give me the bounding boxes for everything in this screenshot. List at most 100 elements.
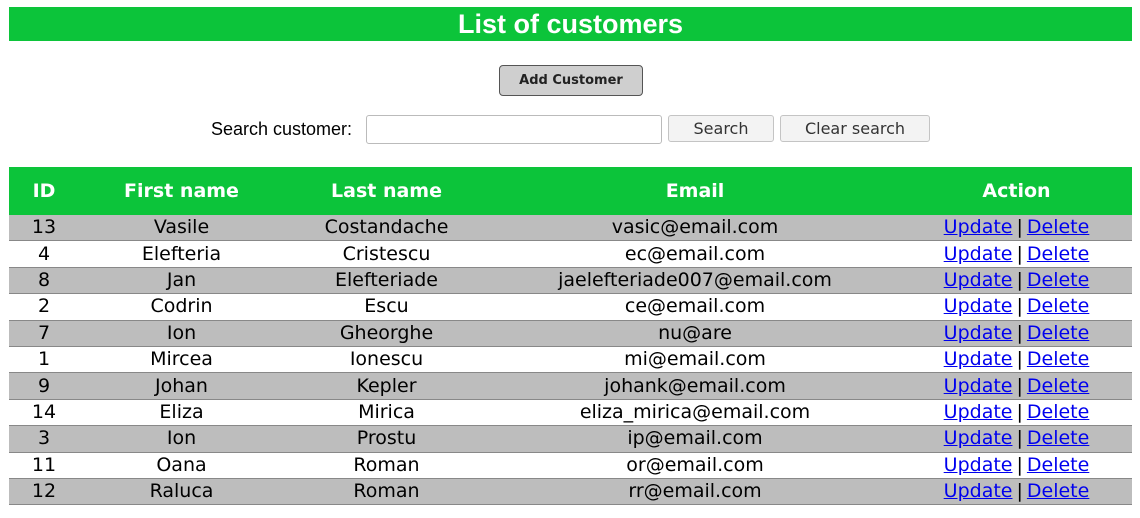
cell-first-name: Vasile bbox=[79, 215, 284, 242]
cell-last-name: Gheorghe bbox=[284, 320, 489, 347]
cell-first-name: Ion bbox=[79, 320, 284, 347]
search-bar: Search customer: Search Clear search bbox=[0, 114, 1140, 144]
cell-first-name: Elefteria bbox=[79, 240, 284, 268]
cell-action: Update | Delete bbox=[901, 293, 1132, 321]
cell-id: 1 bbox=[9, 346, 79, 374]
cell-action: Update | Delete bbox=[901, 425, 1132, 453]
update-link[interactable]: Update bbox=[944, 427, 1013, 449]
cell-action: Update | Delete bbox=[901, 372, 1132, 400]
action-separator: | bbox=[1016, 321, 1023, 344]
table-row: 1 Mircea Ionescu mi@email.com Update | Delete bbox=[9, 346, 1132, 374]
cell-first-name: Eliza bbox=[79, 399, 284, 427]
action-separator: | bbox=[1016, 348, 1023, 371]
table-row: 12 Raluca Roman rr@email.com Update | Delete bbox=[9, 478, 1132, 506]
action-separator: | bbox=[1016, 453, 1023, 476]
delete-link[interactable]: Delete bbox=[1027, 427, 1089, 449]
cell-last-name: Roman bbox=[284, 478, 489, 506]
cell-email: or@email.com bbox=[489, 452, 901, 479]
clear-search-button[interactable]: Clear search bbox=[780, 115, 930, 142]
cell-last-name: Mirica bbox=[284, 399, 489, 427]
table-row: 14 Eliza Mirica eliza_mirica@email.com Updat… bbox=[9, 399, 1132, 427]
search-button[interactable]: Search bbox=[668, 115, 774, 142]
delete-link[interactable]: Delete bbox=[1027, 480, 1089, 502]
update-link[interactable]: Update bbox=[944, 480, 1013, 502]
cell-last-name: Kepler bbox=[284, 372, 489, 400]
update-link[interactable]: Update bbox=[944, 243, 1013, 265]
header-last-name: Last name bbox=[284, 167, 489, 215]
cell-email: ce@email.com bbox=[489, 293, 901, 321]
update-link[interactable]: Update bbox=[944, 216, 1013, 238]
cell-id: 11 bbox=[9, 452, 79, 479]
update-link[interactable]: Update bbox=[944, 375, 1013, 397]
cell-id: 13 bbox=[9, 215, 79, 242]
cell-email: vasic@email.com bbox=[489, 215, 901, 242]
cell-id: 9 bbox=[9, 372, 79, 400]
cell-action: Update | Delete bbox=[901, 215, 1132, 242]
page-title: List of customers bbox=[9, 7, 1132, 41]
delete-link[interactable]: Delete bbox=[1027, 322, 1089, 344]
update-link[interactable]: Update bbox=[944, 322, 1013, 344]
cell-last-name: Cristescu bbox=[284, 240, 489, 268]
cell-id: 8 bbox=[9, 267, 79, 295]
cell-id: 14 bbox=[9, 399, 79, 427]
cell-last-name: Roman bbox=[284, 452, 489, 479]
cell-email: jaelefteriade007@email.com bbox=[489, 267, 901, 295]
cell-action: Update | Delete bbox=[901, 320, 1132, 347]
cell-last-name: Elefteriade bbox=[284, 267, 489, 295]
cell-first-name: Raluca bbox=[79, 478, 284, 506]
action-separator: | bbox=[1016, 427, 1023, 450]
cell-action: Update | Delete bbox=[901, 478, 1132, 506]
update-link[interactable]: Update bbox=[944, 295, 1013, 317]
cell-email: mi@email.com bbox=[489, 346, 901, 374]
action-separator: | bbox=[1016, 295, 1023, 318]
delete-link[interactable]: Delete bbox=[1027, 243, 1089, 265]
cell-email: johank@email.com bbox=[489, 372, 901, 400]
cell-id: 4 bbox=[9, 240, 79, 268]
cell-id: 2 bbox=[9, 293, 79, 321]
table-row: 8 Jan Elefteriade jaelefteriade007@email.co… bbox=[9, 267, 1132, 295]
cell-email: eliza_mirica@email.com bbox=[489, 399, 901, 427]
table-row: 11 Oana Roman or@email.com Update | Delete bbox=[9, 452, 1132, 479]
cell-first-name: Mircea bbox=[79, 346, 284, 374]
header-first-name: First name bbox=[79, 167, 284, 215]
action-separator: | bbox=[1016, 400, 1023, 423]
cell-first-name: Jan bbox=[79, 267, 284, 295]
action-separator: | bbox=[1016, 480, 1023, 503]
update-link[interactable]: Update bbox=[944, 454, 1013, 476]
update-link[interactable]: Update bbox=[944, 269, 1013, 291]
table-row: 7 Ion Gheorghe nu@are Update | Delete bbox=[9, 320, 1132, 347]
cell-id: 3 bbox=[9, 425, 79, 453]
cell-id: 7 bbox=[9, 320, 79, 347]
add-customer-button[interactable]: Add Customer bbox=[499, 65, 643, 96]
delete-link[interactable]: Delete bbox=[1027, 216, 1089, 238]
cell-first-name: Oana bbox=[79, 452, 284, 479]
search-input[interactable] bbox=[366, 115, 662, 144]
table-row: 13 Vasile Costandache vasic@email.com Update… bbox=[9, 215, 1132, 242]
cell-email: nu@are bbox=[489, 320, 901, 347]
cell-action: Update | Delete bbox=[901, 240, 1132, 268]
table-row: 9 Johan Kepler johank@email.com Update | Delet… bbox=[9, 372, 1132, 400]
cell-email: rr@email.com bbox=[489, 478, 901, 506]
cell-first-name: Codrin bbox=[79, 293, 284, 321]
update-link[interactable]: Update bbox=[944, 348, 1013, 370]
table-header-row: ID First name Last name Email Action bbox=[9, 167, 1132, 215]
delete-link[interactable]: Delete bbox=[1027, 269, 1089, 291]
delete-link[interactable]: Delete bbox=[1027, 375, 1089, 397]
header-action: Action bbox=[901, 167, 1132, 215]
delete-link[interactable]: Delete bbox=[1027, 348, 1089, 370]
delete-link[interactable]: Delete bbox=[1027, 454, 1089, 476]
update-link[interactable]: Update bbox=[944, 401, 1013, 423]
search-label: Search customer: bbox=[211, 119, 353, 139]
cell-last-name: Escu bbox=[284, 293, 489, 321]
action-separator: | bbox=[1016, 242, 1023, 265]
action-separator: | bbox=[1016, 374, 1023, 397]
cell-email: ip@email.com bbox=[489, 425, 901, 453]
cell-last-name: Ionescu bbox=[284, 346, 489, 374]
action-separator: | bbox=[1016, 216, 1023, 239]
action-separator: | bbox=[1016, 268, 1023, 291]
table-row: 4 Elefteria Cristescu ec@email.com Update | De… bbox=[9, 240, 1132, 268]
delete-link[interactable]: Delete bbox=[1027, 401, 1089, 423]
table-row: 2 Codrin Escu ce@email.com Update | Delete bbox=[9, 293, 1132, 321]
cell-action: Update | Delete bbox=[901, 399, 1132, 427]
delete-link[interactable]: Delete bbox=[1027, 295, 1089, 317]
